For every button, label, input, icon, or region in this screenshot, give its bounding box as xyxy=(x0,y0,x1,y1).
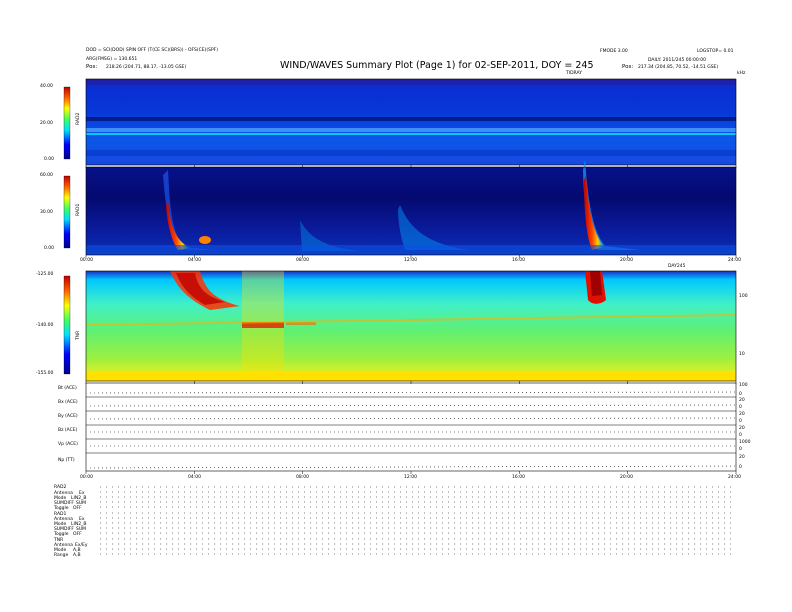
bt-label: Bt (ACE) xyxy=(58,386,77,391)
tnr-ytick-bottom: -155.00 xyxy=(36,371,54,376)
rad1-xtick-1: 04:00 xyxy=(188,258,201,263)
status-rad2-title: RAD2 xyxy=(54,485,67,490)
by-right-bottom: 0 xyxy=(739,419,742,424)
rad1-xtick-5: 20:00 xyxy=(620,258,633,263)
header-right-small: TIDRAY xyxy=(566,71,582,76)
bz-right-bottom: 0 xyxy=(739,433,742,438)
rad1-xtick-6: 24:00 xyxy=(728,258,741,263)
header-right-pos: 217.34 (204.85, 70.52, -14.51 GSE) xyxy=(638,65,719,70)
header-right-line2: DAILY: 2011/245 00:00:00 xyxy=(648,58,706,63)
bottom-xtick-1: 04:00 xyxy=(188,475,201,480)
bx-label: Bx (ACE) xyxy=(58,400,78,405)
header-left-line1: DOD = SCI(DOD) SPIN OFF (T(CE SC)(BRS)) … xyxy=(86,48,219,53)
rad1-ytick-top: 60.00 xyxy=(40,173,53,178)
np-right-top: 20 xyxy=(739,455,745,460)
status-rad2-key-3: Toggle xyxy=(54,506,69,511)
rad1-ytick-bottom: 0.00 xyxy=(44,246,55,251)
status-rad1-key-3: Toggle xyxy=(54,532,69,537)
header-left-line2: ARG(FMSG) = 130.651 xyxy=(86,57,138,62)
vp-label: Vp (ACE) xyxy=(58,442,78,447)
header-left-pos: 218.26 (204.71, 88.17, -13.05 GSE) xyxy=(106,65,187,70)
rad1-xtick-0: 00:00 xyxy=(80,258,93,263)
status-tnr-val-2: A,B xyxy=(73,553,81,558)
bottom-xtick-0: 00:00 xyxy=(80,475,93,480)
line-panels xyxy=(85,382,737,472)
rad1-xtick-3: 12:00 xyxy=(404,258,417,263)
bottom-xtick-2: 08:00 xyxy=(296,475,309,480)
header-right-pos-label: Pos: xyxy=(622,64,634,70)
by-right-top: 20 xyxy=(739,412,745,417)
rad2-ytick-mid: 20.00 xyxy=(40,121,53,126)
tnr-ytick-top: -125.00 xyxy=(36,272,54,277)
bottom-xtick-4: 16:00 xyxy=(512,475,525,480)
by-label: By (ACE) xyxy=(58,414,78,419)
rad1-ytick-mid: 30.00 xyxy=(40,210,53,215)
colorbars xyxy=(63,86,71,375)
rad1-xcorner: DAY245 xyxy=(668,264,686,269)
status-rad2-val-3: OFF xyxy=(73,506,82,511)
rad1-xtick-2: 08:00 xyxy=(296,258,309,263)
np-label: Np (TT) xyxy=(58,458,75,463)
bz-label: Bz (ACE) xyxy=(58,428,78,433)
bt-right-bottom: 0 xyxy=(739,392,742,397)
bx-right-bottom: 0 xyxy=(739,405,742,410)
tnr-ylabel: TNR xyxy=(76,330,81,340)
rad1-ylabel: RAD1 xyxy=(76,203,81,216)
page-title: WIND/WAVES Summary Plot (Page 1) for 02-… xyxy=(280,60,594,71)
header-left-pos-label: Pos: xyxy=(86,64,98,70)
bottom-xtick-6: 24:00 xyxy=(728,475,741,480)
status-rad1-val-3: OFF xyxy=(73,532,82,537)
status-tnr-key-2: Range xyxy=(54,553,69,558)
vp-right-top: 1000 xyxy=(739,440,751,445)
header-mode: FMODE 3.00 xyxy=(600,49,628,54)
tnr-panel xyxy=(85,270,737,382)
rad2-ytick-bottom: 0.00 xyxy=(44,157,55,162)
vp-right-bottom: 0 xyxy=(739,447,742,452)
tnr-right-tick-100: 100 xyxy=(739,294,748,299)
header-right-line1: LOGSTOP= 0.01 xyxy=(697,49,734,54)
bx-right-top: 20 xyxy=(739,398,745,403)
bt-right-top: 100 xyxy=(739,383,748,388)
tnr-right-tick-10: 10 xyxy=(739,352,745,357)
rad2-ylabel: RAD2 xyxy=(76,112,81,125)
header-right-corner: kHz xyxy=(737,71,746,76)
rad1-panel xyxy=(85,160,737,256)
status-dot-rows xyxy=(100,486,736,555)
rad1-xtick-4: 16:00 xyxy=(512,258,525,263)
rad2-panel xyxy=(85,78,737,166)
bz-right-top: 20 xyxy=(739,426,745,431)
summary-plot xyxy=(63,78,737,555)
bottom-xtick-3: 12:00 xyxy=(404,475,417,480)
np-right-bottom: 0 xyxy=(739,465,742,470)
tnr-ytick-mid: -140.00 xyxy=(36,323,54,328)
rad2-ytick-top: 40.00 xyxy=(40,84,53,89)
bottom-xtick-5: 20:00 xyxy=(620,475,633,480)
